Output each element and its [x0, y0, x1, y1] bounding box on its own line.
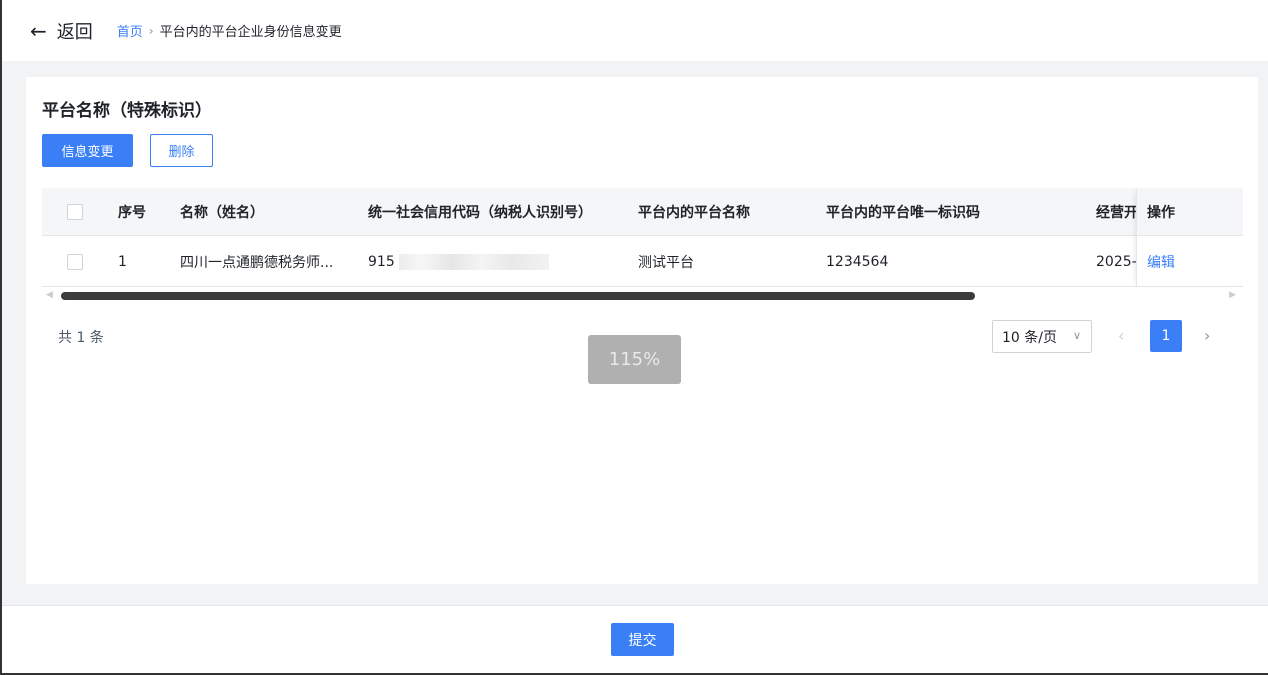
column-header-start-date: 经营开	[1096, 204, 1138, 221]
delete-button[interactable]: 删除	[150, 134, 213, 167]
top-bar: ← 返回 首页 › 平台内的平台企业身份信息变更	[2, 0, 1268, 61]
next-page-button[interactable]: ›	[1204, 326, 1210, 345]
select-all-checkbox[interactable]	[67, 203, 83, 220]
page-title: 平台名称（特殊标识）	[42, 101, 212, 121]
window-frame-left	[0, 0, 2, 675]
page-size-value: 10 条/页	[1002, 329, 1057, 346]
row-checkbox[interactable]	[67, 253, 83, 270]
page-size-select[interactable]: 10 条/页 ∨	[992, 320, 1092, 353]
column-header-credit-code: 统一社会信用代码（纳税人识别号）	[368, 204, 592, 221]
scroll-right-icon[interactable]: ▶	[1229, 290, 1236, 300]
chevron-down-icon: ∨	[1072, 329, 1081, 342]
back-button[interactable]: ← 返回	[30, 18, 93, 44]
footer-bar: 提交	[2, 605, 1268, 673]
submit-button[interactable]: 提交	[611, 623, 674, 656]
row-action-cell: 编辑	[1137, 237, 1243, 287]
prev-page-button[interactable]: ‹	[1118, 326, 1124, 345]
chevron-right-icon: ›	[148, 23, 154, 38]
redacted-mask	[398, 253, 549, 270]
column-header-name: 名称（姓名）	[180, 204, 264, 221]
column-header-index: 序号	[118, 204, 146, 221]
back-label: 返回	[56, 21, 93, 43]
column-header-action: 操作	[1137, 188, 1243, 236]
row-credit-code: 915	[368, 253, 395, 270]
breadcrumb: 首页 › 平台内的平台企业身份信息变更	[117, 21, 342, 41]
table-header: 序号 名称（姓名） 统一社会信用代码（纳税人识别号） 平台内的平台名称 平台内的…	[42, 188, 1242, 236]
select-all-cell	[67, 188, 83, 235]
edit-link[interactable]: 编辑	[1147, 252, 1175, 272]
fixed-action-column: 操作 编辑	[1136, 188, 1243, 287]
row-platform-id: 1234564	[826, 253, 889, 270]
horizontal-scrollbar[interactable]: ◀ ▶	[42, 289, 1242, 301]
info-change-button[interactable]: 信息变更	[42, 134, 133, 167]
scrollbar-thumb[interactable]	[61, 292, 975, 300]
row-name: 四川一点通鹏德税务师...	[180, 254, 334, 271]
row-start-date: 2025-	[1096, 253, 1137, 270]
row-platform-name: 测试平台	[638, 254, 694, 271]
content-card: 平台名称（特殊标识） 信息变更 删除 序号 名称（姓名） 统一社会信用代码（纳税…	[26, 77, 1258, 584]
arrow-left-icon: ←	[30, 18, 47, 43]
page-number-current[interactable]: 1	[1150, 320, 1182, 352]
row-credit-code-cell: 915	[368, 237, 549, 286]
column-header-platform-id: 平台内的平台唯一标识码	[826, 204, 980, 221]
row-select-cell	[67, 237, 83, 286]
total-count: 共 1 条	[58, 330, 104, 346]
breadcrumb-current: 平台内的平台企业身份信息变更	[159, 25, 342, 40]
column-header-platform-name: 平台内的平台名称	[638, 204, 750, 221]
row-index: 1	[118, 253, 127, 270]
breadcrumb-home-link[interactable]: 首页	[117, 21, 143, 40]
scroll-left-icon[interactable]: ◀	[46, 290, 53, 300]
zoom-indicator: 115%	[588, 335, 681, 384]
table-row: 1 四川一点通鹏德税务师... 915 测试平台 1234564 2025-	[42, 237, 1242, 287]
